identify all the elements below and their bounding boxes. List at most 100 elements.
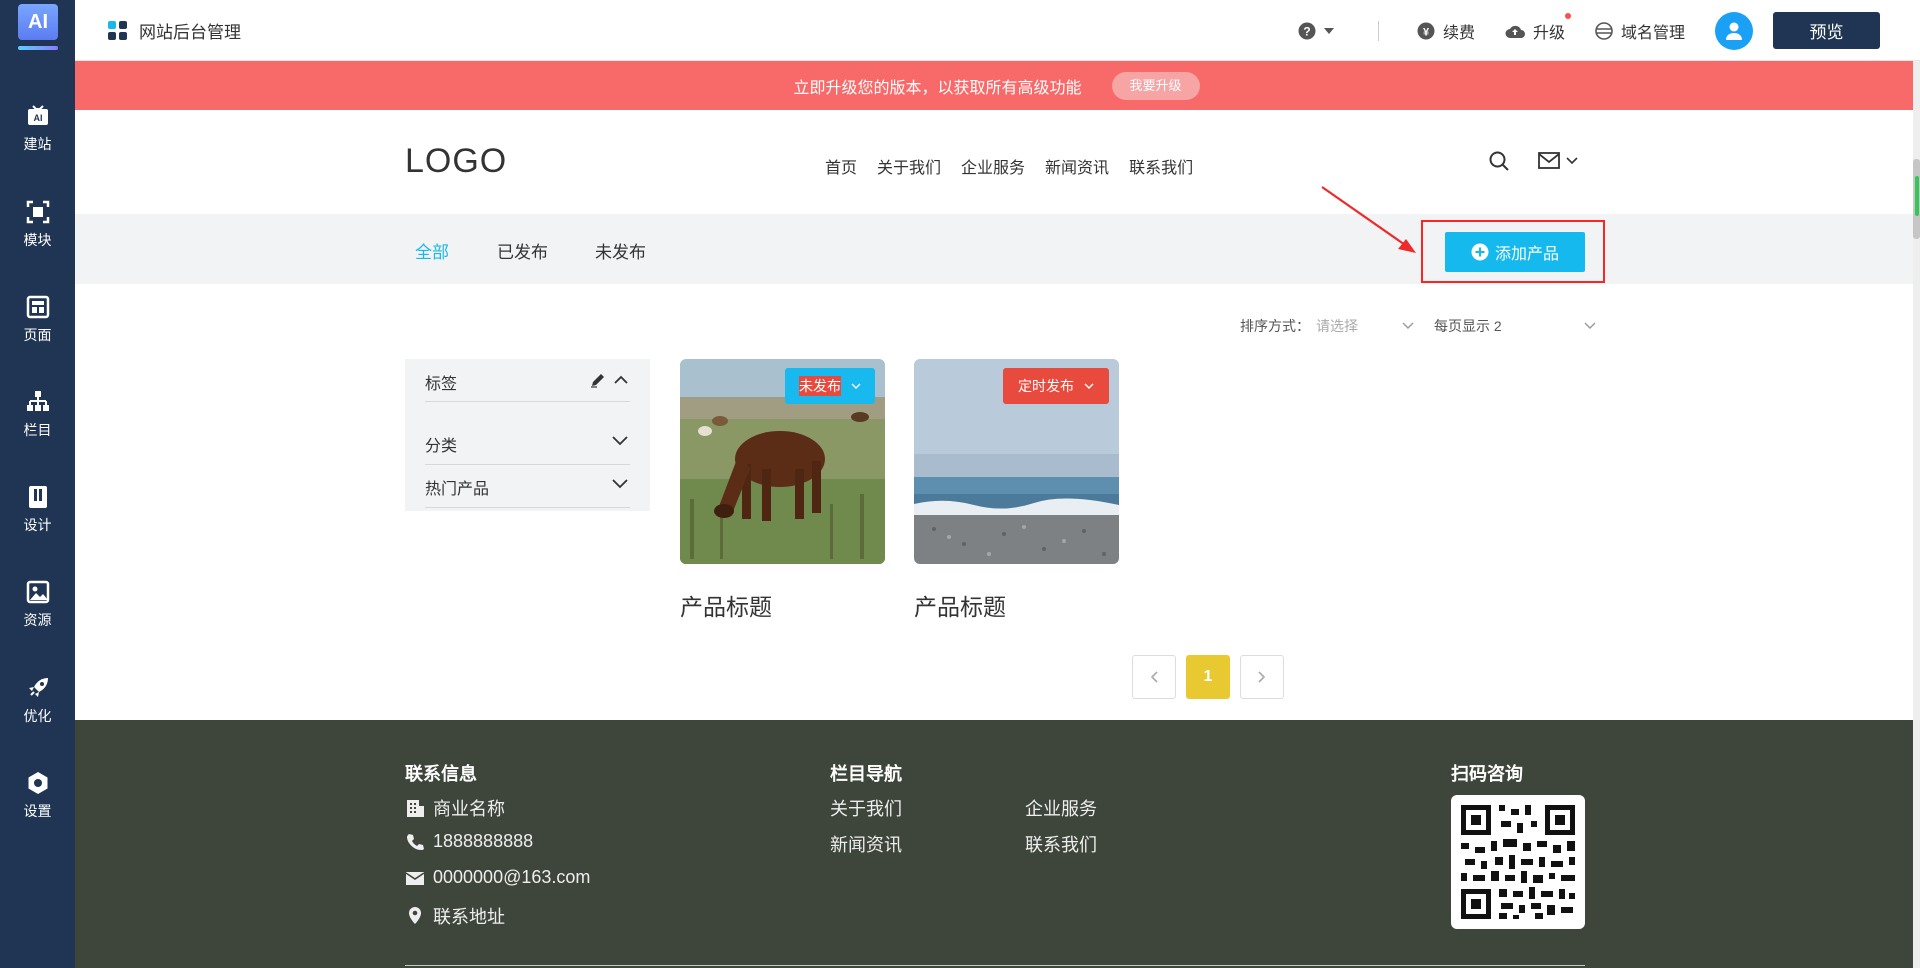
sidebar-item-build[interactable]: AI 建站 [0,104,75,174]
qr-code-image [1461,805,1575,919]
nav-heading: 栏目导航 [830,764,902,784]
status-badge-scheduled[interactable]: 定时发布 [1003,368,1109,404]
filter-tags[interactable]: 标签 [425,359,630,402]
chevron-left-icon [1150,671,1158,683]
product-image[interactable]: 未发布 [680,359,885,564]
header-icons [1488,150,1578,172]
user-icon [1726,22,1742,40]
footer-email: 0000000@163.com [405,867,590,888]
sidebar-item-column[interactable]: 栏目 [0,390,75,460]
renew-button[interactable]: ¥ 续费 [1417,19,1475,43]
chevron-down-icon[interactable] [1566,157,1578,165]
footer-link-about[interactable]: 关于我们 [830,795,902,821]
cloud-upload-icon [1505,25,1525,38]
footer-phone: 1888888888 [405,831,533,852]
upgrade-button[interactable]: 升级 [1505,12,1571,43]
sidebar-item-settings[interactable]: 设置 [0,771,75,841]
nav-item-contact[interactable]: 联系我们 [1129,154,1193,178]
page-button-current[interactable]: 1 [1186,655,1230,699]
chevron-down-icon[interactable] [612,436,628,446]
settings-icon [28,772,47,794]
sidebar-item-page[interactable]: 页面 [0,295,75,365]
filter-hot-products[interactable]: 热门产品 [425,465,630,508]
nav-item-services[interactable]: 企业服务 [961,154,1025,178]
ai-tv-icon: AI [27,105,48,125]
product-title[interactable]: 产品标题 [914,588,1119,622]
sidebar-item-label: 栏目 [23,422,52,438]
help-icon: ? [1298,22,1316,39]
banner-text: 立即升级您的版本，以获取所有高级功能 [793,79,1082,97]
filter-label: 热门产品 [425,481,490,498]
annotation-arrow [1321,186,1416,253]
next-page-button[interactable] [1240,655,1284,699]
product-title[interactable]: 产品标题 [680,588,885,622]
mail-icon[interactable] [1538,151,1562,171]
sidebar-item-optimize[interactable]: 优化 [0,676,75,746]
sort-label: 排序方式： [1240,318,1310,334]
qr-code [1451,795,1585,929]
preview-button[interactable]: 预览 [1773,12,1880,49]
footer-company: 商业名称 [405,795,505,821]
per-page-select[interactable]: 每页显示 2 [1434,316,1584,336]
domain-manage-button[interactable]: 域名管理 [1595,19,1685,43]
site-nav: 首页 关于我们 企业服务 新闻资讯 联系我们 [825,154,1213,178]
edit-icon[interactable] [590,372,606,388]
chevron-down-icon[interactable] [612,479,628,489]
upgrade-label: 升级 [1532,24,1565,42]
site-preview: LOGO 首页 关于我们 企业服务 新闻资讯 联系我们 全部 已发布 未发布 添… [75,110,1918,968]
app-logo[interactable]: AI [18,4,58,52]
nav-item-about[interactable]: 关于我们 [877,154,941,178]
status-badge-unpublished[interactable]: 未发布 [785,368,875,404]
chevron-down-icon[interactable] [1402,322,1414,330]
page-scrollbar[interactable] [1913,61,1920,968]
sidebar-item-label: 设计 [23,517,52,533]
chevron-down-icon[interactable] [1584,322,1596,330]
sidebar-item-label: 建站 [23,136,52,152]
sort-select[interactable]: 请选择 [1316,316,1402,336]
product-card[interactable]: 未发布 产品标题 [680,359,885,622]
tab-unpublished[interactable]: 未发布 [595,238,646,263]
banner-upgrade-button[interactable]: 我要升级 [1111,71,1200,100]
sidebar-item-module[interactable]: 模块 [0,200,75,270]
footer-link-contact[interactable]: 联系我们 [1025,831,1097,857]
footer-address: 联系地址 [405,903,505,929]
notification-dot [1564,12,1571,19]
tab-all[interactable]: 全部 [415,238,449,263]
search-icon[interactable] [1488,150,1510,172]
chevron-up-icon[interactable] [614,375,628,384]
top-bar: 网站后台管理 ? ¥ 续费 升级 域名管理 预览 [75,0,1920,61]
add-product-button[interactable]: 添加产品 [1445,232,1585,272]
sidebar-item-design[interactable]: 设计 [0,485,75,555]
building-icon [407,800,424,817]
site-logo[interactable]: LOGO [405,142,507,181]
sidebar-item-label: 页面 [23,327,52,343]
product-card[interactable]: 定时发布 产品标题 [914,359,1119,622]
domain-icon [1595,21,1613,40]
nav-item-news[interactable]: 新闻资讯 [1045,154,1109,178]
add-product-highlight: 添加产品 [1421,220,1605,283]
prev-page-button[interactable] [1132,655,1176,699]
svg-text:?: ? [1303,24,1310,38]
sidebar-item-label: 设置 [23,803,52,819]
company-name: 商业名称 [433,799,505,819]
status-badge-label: 未发布 [799,376,841,396]
help-dropdown[interactable]: ? [1298,22,1342,40]
product-image[interactable]: 定时发布 [914,359,1119,564]
filter-category[interactable]: 分类 [425,422,630,465]
dashboard-icon [108,20,127,40]
qr-heading: 扫码咨询 [1451,764,1523,784]
upgrade-banner: 立即升级您的版本，以获取所有高级功能 我要升级 [75,61,1918,110]
plus-circle-icon [1471,243,1489,261]
user-avatar[interactable] [1715,11,1753,50]
filter-panel: 标签 分类 热门产品 [405,359,650,511]
sidebar-item-label: 资源 [23,612,52,628]
sidebar-item-resource[interactable]: 资源 [0,580,75,650]
tab-published[interactable]: 已发布 [497,238,548,263]
mail-icon [405,871,425,885]
footer-link-services[interactable]: 企业服务 [1025,795,1097,821]
nav-item-home[interactable]: 首页 [825,154,857,178]
phone-icon [407,833,424,850]
location-icon [409,907,421,924]
footer-link-news[interactable]: 新闻资讯 [830,831,902,857]
design-icon [28,486,47,508]
